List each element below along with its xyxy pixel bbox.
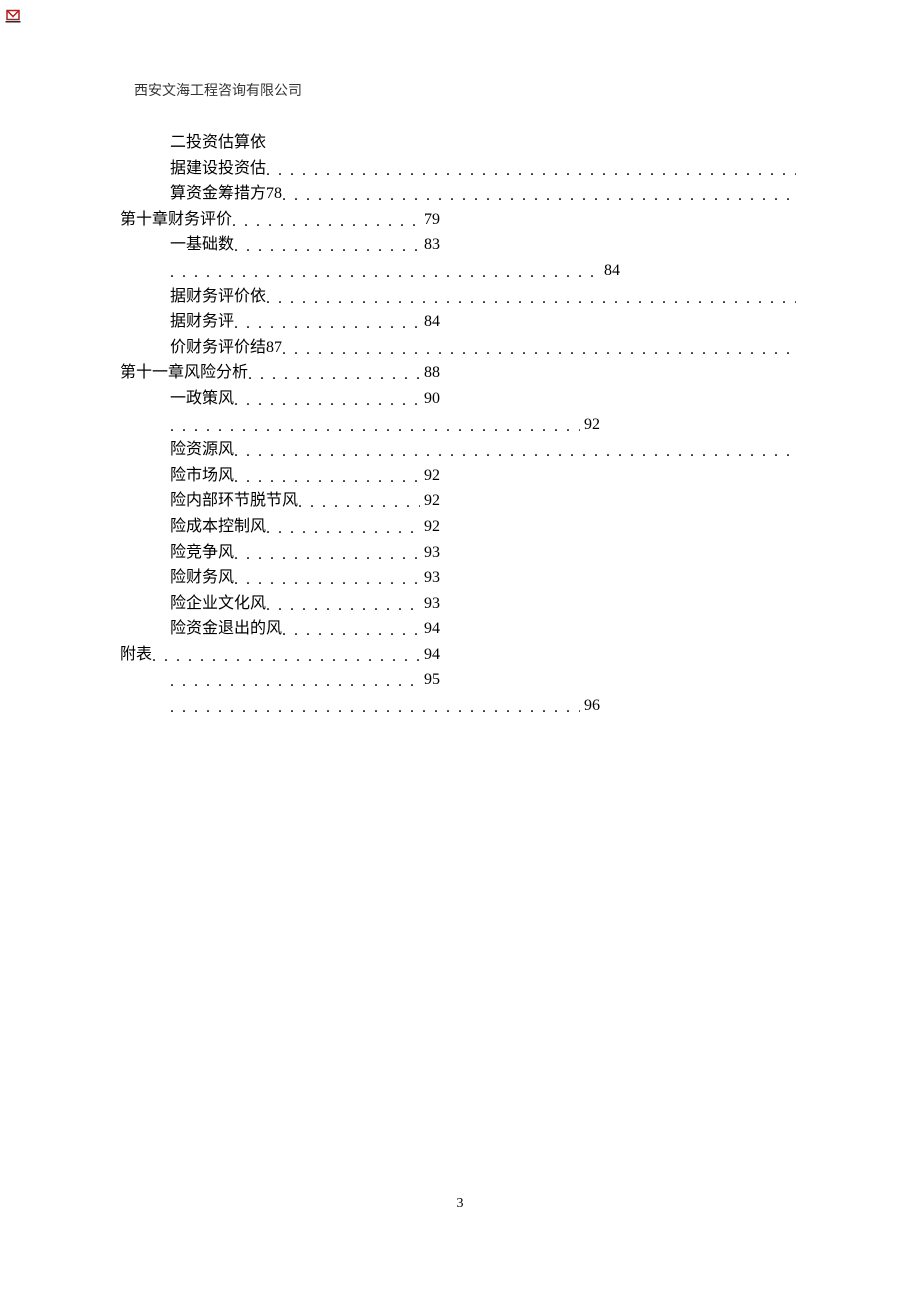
toc-leader-dots bbox=[234, 542, 420, 566]
toc-leader-dots bbox=[152, 644, 420, 668]
toc-leader-dots bbox=[266, 593, 420, 617]
toc-line: 险成本控制风 92 bbox=[120, 514, 800, 540]
toc-page-number: 94 bbox=[420, 642, 440, 668]
toc-leader-dots bbox=[234, 465, 420, 489]
toc-label: 第十章财务评价 bbox=[120, 207, 232, 233]
toc-line: 96 bbox=[120, 693, 800, 719]
toc-label: 第十一章风险分析 bbox=[120, 360, 248, 386]
toc-label: 一政策风 bbox=[170, 386, 234, 412]
toc-leader-dots bbox=[170, 695, 580, 719]
toc-page-number: 83 bbox=[420, 232, 440, 258]
toc-label: 险竞争风 bbox=[170, 540, 234, 566]
toc-page-number: 84 bbox=[420, 309, 440, 335]
toc-leader-dots bbox=[282, 183, 796, 207]
toc-leader-dots bbox=[232, 209, 420, 233]
toc-line: 一政策风 90 bbox=[120, 386, 800, 412]
toc-line: 92 bbox=[120, 412, 800, 438]
toc-label: 据财务评 bbox=[170, 309, 234, 335]
toc-label: 二投资估算依 bbox=[170, 130, 266, 156]
toc-page-number: 88 bbox=[420, 360, 440, 386]
toc-leader-dots bbox=[234, 311, 420, 335]
toc-label: 一基础数 bbox=[170, 232, 234, 258]
toc-page-number: 95 bbox=[420, 667, 440, 693]
toc-leader-dots bbox=[170, 414, 580, 438]
toc-leader-dots bbox=[234, 234, 420, 258]
toc-label: 据建设投资估 bbox=[170, 156, 266, 182]
toc-leader-dots bbox=[266, 286, 796, 310]
toc-line: 险企业文化风 93 bbox=[120, 591, 800, 617]
toc-label: 险企业文化风 bbox=[170, 591, 266, 617]
toc-line: 险内部环节脱节风 92 bbox=[120, 488, 800, 514]
toc-line: 据财务评价依 bbox=[120, 284, 800, 310]
toc-leader-dots bbox=[298, 490, 420, 514]
toc-line: 据财务评 84 bbox=[120, 309, 800, 335]
toc-line: 84 bbox=[120, 258, 800, 284]
toc-line: 险财务风 93 bbox=[120, 565, 800, 591]
toc-leader-dots bbox=[282, 618, 420, 642]
toc-line: 二投资估算依 bbox=[120, 130, 800, 156]
toc-label: 险市场风 bbox=[170, 463, 234, 489]
toc-line: 第十一章风险分析 88 bbox=[120, 360, 800, 386]
toc-line: 算资金筹措方78 bbox=[120, 181, 800, 207]
toc-leader-dots bbox=[170, 260, 600, 284]
toc-leader-dots bbox=[170, 669, 420, 693]
toc-page-number: 93 bbox=[420, 591, 440, 617]
toc-label: 据财务评价依 bbox=[170, 284, 266, 310]
toc-label: 险内部环节脱节风 bbox=[170, 488, 298, 514]
toc-leader-dots bbox=[234, 567, 420, 591]
brand-logo-icon bbox=[4, 6, 22, 24]
toc-page-number: 90 bbox=[420, 386, 440, 412]
toc-label: 价财务评价结87 bbox=[170, 335, 282, 361]
toc-line: 95 bbox=[120, 667, 800, 693]
toc-line: 一基础数 83 bbox=[120, 232, 800, 258]
toc-leader-dots bbox=[266, 516, 420, 540]
toc-leader-dots bbox=[282, 337, 796, 361]
toc-page-number: 93 bbox=[420, 565, 440, 591]
toc-line: 险竞争风 93 bbox=[120, 540, 800, 566]
page-body: 西安文海工程咨询有限公司 二投资估算依据建设投资估算资金筹措方78第十章财务评价… bbox=[120, 80, 800, 719]
toc-line: 险资金退出的风 94 bbox=[120, 616, 800, 642]
toc-page-number: 92 bbox=[580, 412, 600, 438]
toc-page-number: 94 bbox=[420, 616, 440, 642]
toc-label: 险资金退出的风 bbox=[170, 616, 282, 642]
toc-line: 价财务评价结87 bbox=[120, 335, 800, 361]
toc-label: 险资源风 bbox=[170, 437, 234, 463]
toc-label: 附表 bbox=[120, 642, 152, 668]
toc-leader-dots bbox=[266, 158, 796, 182]
toc-leader-dots bbox=[234, 388, 420, 412]
company-header: 西安文海工程咨询有限公司 bbox=[134, 80, 800, 100]
toc-line: 险市场风 92 bbox=[120, 463, 800, 489]
toc-label: 算资金筹措方78 bbox=[170, 181, 282, 207]
toc-line: 险资源风 bbox=[120, 437, 800, 463]
page-number: 3 bbox=[0, 1196, 920, 1212]
toc-page-number: 96 bbox=[580, 693, 600, 719]
toc-leader-dots bbox=[234, 439, 796, 463]
toc-page-number: 79 bbox=[420, 207, 440, 233]
toc-line: 第十章财务评价 79 bbox=[120, 207, 800, 233]
toc-page-number: 92 bbox=[420, 514, 440, 540]
toc-line: 据建设投资估 bbox=[120, 156, 800, 182]
toc-page-number: 92 bbox=[420, 488, 440, 514]
toc-label: 险成本控制风 bbox=[170, 514, 266, 540]
toc-page-number: 84 bbox=[600, 258, 620, 284]
toc-page-number: 92 bbox=[420, 463, 440, 489]
toc-leader-dots bbox=[248, 362, 420, 386]
toc-label: 险财务风 bbox=[170, 565, 234, 591]
toc-line: 附表 94 bbox=[120, 642, 800, 668]
toc-page-number: 93 bbox=[420, 540, 440, 566]
table-of-contents: 二投资估算依据建设投资估算资金筹措方78第十章财务评价79一基础数8384据财务… bbox=[120, 130, 800, 719]
